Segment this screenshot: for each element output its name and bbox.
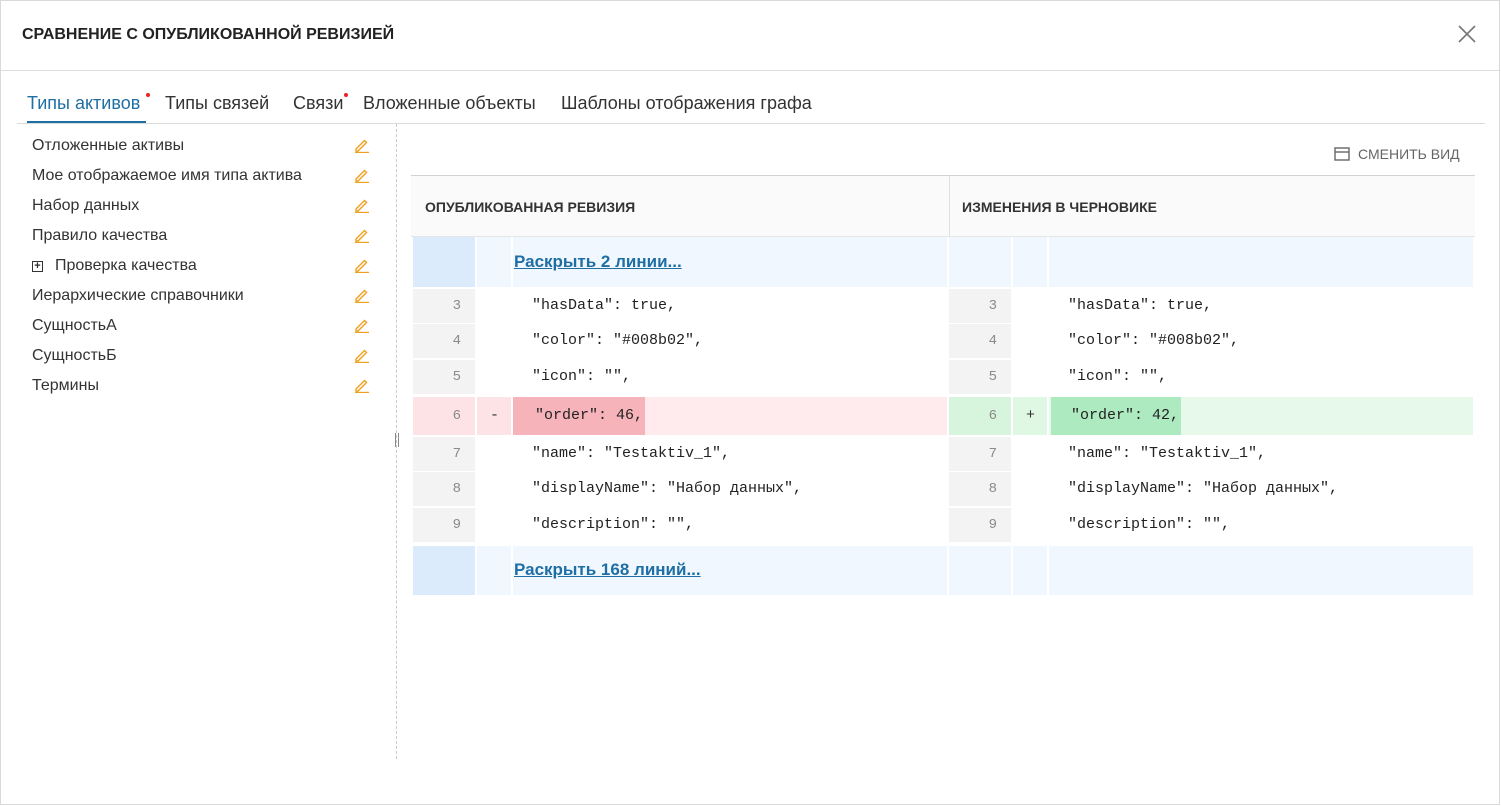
line-number: 6 (988, 408, 997, 424)
edit-pencil-icon[interactable] (354, 137, 370, 154)
sign-cell (477, 472, 511, 506)
edit-pencil-icon[interactable] (354, 167, 370, 184)
line-number: 8 (452, 481, 461, 497)
sign-cell (1013, 472, 1047, 506)
switch-view-label: СМЕНИТЬ ВИД (1358, 146, 1460, 162)
tab-label: Типы связей (165, 93, 270, 113)
list-item[interactable]: Проверка качества (55, 257, 197, 275)
code-line: "name": "Testaktiv_1", (1068, 445, 1267, 462)
sign-cell (477, 508, 511, 542)
line-number: 6 (452, 408, 461, 424)
sign-cell (1013, 360, 1047, 394)
tab-label: Вложенные объекты (363, 93, 536, 113)
expand-sign-cell (1013, 546, 1047, 595)
tab-label: Шаблоны отображения графа (561, 93, 812, 113)
sign-cell (477, 289, 511, 323)
code-line: "name": "Testaktiv_1", (532, 445, 731, 462)
list-item[interactable]: Термины (32, 377, 99, 395)
asset-type-list: Отложенные активы Мое отображаемое имя т… (17, 124, 397, 759)
line-number: 4 (452, 333, 461, 349)
list-item[interactable]: Иерархические справочники (32, 287, 244, 305)
added-sign: + (1026, 407, 1036, 424)
expand-code-cell (1049, 237, 1473, 287)
compare-dialog: СРАВНЕНИЕ С ОПУБЛИКОВАННОЙ РЕВИЗИЕЙ Типы… (0, 0, 1500, 805)
removed-code-line: "order": 46, (535, 407, 644, 424)
list-item[interactable]: Правило качества (32, 227, 167, 245)
changes-indicator (344, 93, 348, 97)
code-line: "color": "#008b02", (532, 332, 704, 349)
line-number: 9 (988, 517, 997, 533)
edit-pencil-icon[interactable] (354, 287, 370, 304)
sign-cell (477, 437, 511, 471)
expand-plus-icon[interactable]: + (32, 261, 43, 272)
sign-cell (477, 324, 511, 358)
dialog-header: СРАВНЕНИЕ С ОПУБЛИКОВАННОЙ РЕВИЗИЕЙ (1, 1, 1499, 71)
edit-pencil-icon[interactable] (354, 317, 370, 334)
diff-header: ОПУБЛИКОВАННАЯ РЕВИЗИЯ ИЗМЕНЕНИЯ В ЧЕРНО… (411, 175, 1475, 237)
dialog-title: СРАВНЕНИЕ С ОПУБЛИКОВАННОЙ РЕВИЗИЕЙ (22, 26, 395, 43)
sign-cell (1013, 508, 1047, 542)
expand-gutter (949, 237, 1011, 287)
line-number: 3 (452, 298, 461, 314)
line-number: 4 (988, 333, 997, 349)
added-code-line: "order": 42, (1071, 407, 1180, 424)
draft-changes-header: ИЗМЕНЕНИЯ В ЧЕРНОВИКЕ (962, 199, 1157, 215)
line-number: 3 (988, 298, 997, 314)
sign-cell (477, 360, 511, 394)
panel-resize-handle[interactable] (394, 433, 400, 447)
code-line: "color": "#008b02", (1068, 332, 1240, 349)
sign-cell (1013, 324, 1047, 358)
code-line: "description": "", (532, 516, 695, 533)
tab-bar: Типы активов Типы связей Связи Вложенные… (17, 89, 1485, 124)
line-number: 5 (988, 369, 997, 385)
tab-nested-objects[interactable]: Вложенные объекты (363, 93, 536, 114)
edit-pencil-icon[interactable] (354, 347, 370, 364)
tab-label: Связи (293, 93, 344, 113)
sign-cell (1013, 289, 1047, 323)
expand-sign-cell (477, 546, 511, 595)
expand-gutter (413, 237, 475, 287)
line-number: 5 (452, 369, 461, 385)
close-icon[interactable] (1456, 23, 1478, 45)
tab-graph-templates[interactable]: Шаблоны отображения графа (561, 93, 812, 114)
tab-asset-types[interactable]: Типы активов (27, 93, 140, 114)
list-item[interactable]: Мое отображаемое имя типа актива (32, 167, 302, 185)
expand-gutter (413, 546, 475, 595)
removed-sign: - (490, 407, 500, 424)
layout-icon (1334, 147, 1350, 161)
list-item[interactable]: Отложенные активы (32, 137, 184, 155)
line-number: 9 (452, 517, 461, 533)
line-number: 7 (452, 446, 461, 462)
edit-pencil-icon[interactable] (354, 227, 370, 244)
edit-pencil-icon[interactable] (354, 257, 370, 274)
edit-pencil-icon[interactable] (354, 197, 370, 214)
code-line: "icon": "", (532, 368, 632, 385)
expand-lines-link[interactable]: Раскрыть 168 линий... (514, 560, 701, 580)
expand-sign-cell (477, 237, 511, 287)
expand-gutter (949, 546, 1011, 595)
code-line: "description": "", (1068, 516, 1231, 533)
list-item[interactable]: СущностьБ (32, 347, 117, 365)
tab-relations[interactable]: Связи (293, 93, 343, 114)
tab-label: Типы активов (27, 93, 141, 113)
published-revision-header: ОПУБЛИКОВАННАЯ РЕВИЗИЯ (425, 199, 636, 215)
line-number: 7 (988, 446, 997, 462)
tab-relation-types[interactable]: Типы связей (165, 93, 269, 114)
sign-cell (1013, 437, 1047, 471)
expand-code-cell (1049, 546, 1473, 595)
code-line: "hasData": true, (1068, 297, 1213, 314)
line-number: 8 (988, 481, 997, 497)
list-item[interactable]: Набор данных (32, 197, 139, 215)
code-line: "displayName": "Набор данных", (1068, 480, 1339, 497)
list-item[interactable]: СущностьА (32, 317, 117, 335)
changes-indicator (146, 93, 150, 97)
diff-view: ОПУБЛИКОВАННАЯ РЕВИЗИЯ ИЗМЕНЕНИЯ В ЧЕРНО… (411, 175, 1475, 607)
code-line: "icon": "", (1068, 368, 1168, 385)
expand-sign-cell (1013, 237, 1047, 287)
edit-pencil-icon[interactable] (354, 377, 370, 394)
code-line: "hasData": true, (532, 297, 677, 314)
expand-lines-link[interactable]: Раскрыть 2 линии... (514, 252, 682, 272)
code-line: "displayName": "Набор данных", (532, 480, 803, 497)
active-tab-underline (27, 121, 146, 123)
